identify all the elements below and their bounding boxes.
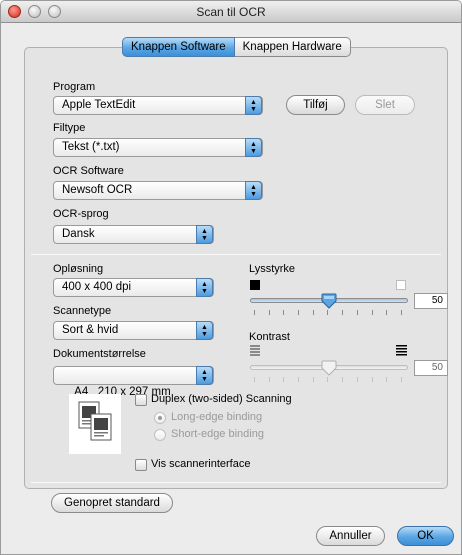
cancel-button[interactable]: Annuller [316, 526, 385, 546]
section-divider [31, 254, 441, 255]
long-edge-radio[interactable] [154, 412, 166, 424]
duplex-label: Duplex (two-sided) Scanning [151, 393, 292, 405]
title-bar[interactable]: Scan til OCR [1, 1, 461, 23]
duplex-pages-icon [78, 401, 112, 441]
scan-type-select-value: Sort & hvid [62, 324, 119, 336]
ocr-software-select-value: Newsoft OCR [62, 184, 133, 196]
filetype-label: Filtype [53, 122, 86, 134]
tab-software[interactable]: Knappen Software [122, 37, 235, 57]
delete-program-button[interactable]: Slet [355, 95, 415, 115]
ocr-software-label: OCR Software [53, 165, 124, 177]
short-edge-radio[interactable] [154, 429, 166, 441]
program-label: Program [53, 81, 96, 93]
show-interface-checkbox[interactable] [135, 459, 147, 471]
short-edge-label: Short-edge binding [171, 428, 264, 440]
popup-arrows-icon: ▲ ▼ [196, 366, 213, 385]
tab-hardware[interactable]: Knappen Hardware [234, 37, 351, 57]
popup-arrows-icon: ▲ ▼ [245, 181, 262, 200]
tab-bar: Knappen Software Knappen Hardware [122, 37, 351, 57]
ocr-language-select[interactable]: Dansk ▲ ▼ [53, 225, 214, 244]
popup-arrows-icon: ▲ ▼ [196, 225, 213, 244]
ocr-language-select-value: Dansk [62, 228, 95, 240]
contrast-ticks [254, 377, 402, 383]
light-brightness-icon [396, 280, 406, 290]
popup-arrows-icon: ▲ ▼ [196, 278, 213, 297]
brightness-slider-thumb[interactable] [321, 293, 337, 309]
high-contrast-icon [396, 345, 407, 356]
add-program-button[interactable]: Tilføj [286, 95, 345, 115]
popup-arrows-icon: ▲ ▼ [245, 96, 262, 115]
popup-arrows-icon: ▲ ▼ [196, 321, 213, 340]
scan-type-label: Scannetype [53, 305, 112, 317]
dialog-window: Scan til OCR Knappen Software Knappen Ha… [0, 0, 462, 555]
dark-brightness-icon [250, 280, 260, 290]
document-size-label: Dokumentstørrelse [53, 348, 146, 360]
ok-button[interactable]: OK [397, 526, 454, 546]
duplex-checkbox[interactable] [135, 394, 147, 406]
window-title: Scan til OCR [196, 5, 266, 19]
contrast-label: Kontrast [249, 331, 290, 343]
low-contrast-icon [250, 345, 260, 356]
resolution-label: Opløsning [53, 263, 104, 275]
long-edge-label: Long-edge binding [171, 411, 263, 423]
resolution-select[interactable]: 400 x 400 dpi ▲ ▼ [53, 278, 214, 297]
contrast-value-field[interactable]: 50 [414, 360, 448, 376]
scan-type-select[interactable]: Sort & hvid ▲ ▼ [53, 321, 214, 340]
program-select-value: Apple TextEdit [62, 99, 136, 111]
contrast-slider-thumb[interactable] [321, 360, 337, 376]
popup-arrows-icon: ▲ ▼ [245, 138, 262, 157]
resolution-select-value: 400 x 400 dpi [62, 281, 132, 293]
brightness-ticks [254, 310, 402, 316]
brightness-value-field[interactable]: 50 [414, 293, 448, 309]
section-divider [31, 482, 441, 483]
program-select[interactable]: Apple TextEdit ▲ ▼ [53, 96, 263, 115]
restore-default-button[interactable]: Genopret standard [51, 493, 173, 513]
show-interface-label: Vis scannerinterface [151, 458, 251, 470]
filetype-select-value: Tekst (*.txt) [62, 141, 120, 153]
duplex-illustration [69, 394, 121, 454]
document-size-select[interactable]: A4 210 x 297 mm ▲ ▼ [53, 366, 214, 398]
ocr-language-label: OCR-sprog [53, 208, 109, 220]
ocr-software-select[interactable]: Newsoft OCR ▲ ▼ [53, 181, 263, 200]
brightness-label: Lysstyrke [249, 263, 296, 275]
filetype-select[interactable]: Tekst (*.txt) ▲ ▼ [53, 138, 263, 157]
